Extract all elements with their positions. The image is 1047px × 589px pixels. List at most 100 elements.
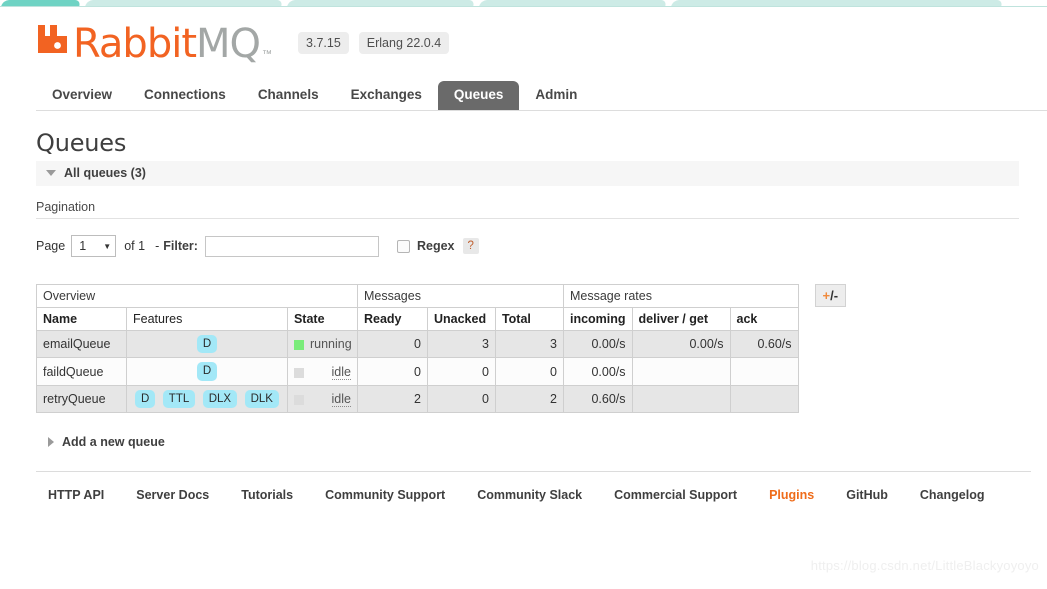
queue-name-link[interactable]: faildQueue xyxy=(36,357,127,386)
queue-deliver-get: 0.00/s xyxy=(631,329,731,359)
state-indicator-icon xyxy=(293,367,304,378)
col-state[interactable]: State xyxy=(286,307,358,331)
chevron-down-icon: ▼ xyxy=(103,241,112,251)
table-group-header-row: Overview Messages Message rates xyxy=(36,284,799,308)
queue-unacked: 3 xyxy=(426,329,496,359)
queue-incoming: 0.00/s xyxy=(562,357,633,386)
queues-table-area: Overview Messages Message rates Name Fea… xyxy=(36,284,1047,414)
queues-table-body: emailQueue D running 0 3 3 0.00/s 0.00/s xyxy=(36,329,799,414)
group-overview: Overview xyxy=(36,284,358,308)
queue-ack: 0.60/s xyxy=(729,329,799,359)
page-title: Queues xyxy=(36,129,127,157)
logo-trademark: ™ xyxy=(262,49,273,60)
footer-link-community-support[interactable]: Community Support xyxy=(325,488,445,502)
queue-unacked: 0 xyxy=(426,357,496,386)
state-indicator-icon xyxy=(293,394,304,405)
erlang-version-badge: Erlang 22.0.4 xyxy=(358,31,450,54)
footer-link-commercial-support[interactable]: Commercial Support xyxy=(614,488,737,502)
feature-badge: D xyxy=(196,335,218,354)
col-ack[interactable]: ack xyxy=(729,307,799,331)
app-header: Rabbit MQ ™ 3.7.15 Erlang 22.0.4 xyxy=(0,7,1047,64)
chevron-right-icon[interactable] xyxy=(48,437,54,448)
queue-incoming: 0.60/s xyxy=(562,384,633,414)
state-label: idle xyxy=(331,364,351,380)
queue-total: 0 xyxy=(494,357,564,386)
server-version-badge: 3.7.15 xyxy=(298,31,349,54)
pagination-heading: Pagination xyxy=(36,200,1019,219)
tab-admin[interactable]: Admin xyxy=(519,81,593,110)
col-features[interactable]: Features xyxy=(126,307,288,331)
queue-state: running xyxy=(286,329,358,359)
tab-channels[interactable]: Channels xyxy=(242,81,335,110)
page-select[interactable]: 1 ▼ xyxy=(71,235,117,257)
queue-total: 2 xyxy=(494,384,564,414)
queue-ack xyxy=(729,384,799,414)
col-total[interactable]: Total xyxy=(494,307,564,331)
state-label: running xyxy=(309,337,352,352)
footer-links: HTTP API Server Docs Tutorials Community… xyxy=(36,471,1031,502)
col-incoming[interactable]: incoming xyxy=(562,307,633,331)
tab-exchanges[interactable]: Exchanges xyxy=(335,81,438,110)
footer-link-plugins[interactable]: Plugins xyxy=(769,488,814,502)
tab-connections[interactable]: Connections xyxy=(128,81,242,110)
tab-queues[interactable]: Queues xyxy=(437,81,520,110)
regex-checkbox[interactable] xyxy=(396,239,410,253)
table-row[interactable]: retryQueue D TTL DLX DLK idle 2 0 2 0.60… xyxy=(36,384,799,414)
page-total-label: of 1 xyxy=(124,239,146,253)
queue-deliver-get xyxy=(631,357,731,386)
feature-badge: DLK xyxy=(244,389,279,409)
toggle-columns-button[interactable]: +/- xyxy=(814,284,847,307)
watermark-text: https://blog.csdn.net/LittleBlackyoyoyo xyxy=(810,558,1039,573)
queue-total: 3 xyxy=(494,329,564,359)
group-messages: Messages xyxy=(356,284,564,308)
footer-link-server-docs[interactable]: Server Docs xyxy=(136,488,209,502)
pagination-controls: Page 1 ▼ of 1 - Filter: Regex ? xyxy=(36,235,1047,257)
browser-tab-strip xyxy=(0,0,1047,7)
queue-name-link[interactable]: retryQueue xyxy=(36,384,127,414)
version-badges: 3.7.15 Erlang 22.0.4 xyxy=(298,31,459,54)
nav-divider xyxy=(36,110,1047,111)
logo-text-mq: MQ xyxy=(196,21,261,67)
help-icon[interactable]: ? xyxy=(462,237,479,255)
feature-badge: D xyxy=(196,362,218,381)
queue-features: D xyxy=(126,329,288,359)
col-name[interactable]: Name xyxy=(36,307,127,331)
queue-unacked: 0 xyxy=(426,384,496,414)
all-queues-label: All queues (3) xyxy=(64,166,146,180)
footer-link-community-slack[interactable]: Community Slack xyxy=(477,488,582,502)
queue-deliver-get xyxy=(631,384,731,414)
table-row[interactable]: emailQueue D running 0 3 3 0.00/s 0.00/s xyxy=(36,329,799,359)
footer-link-changelog[interactable]: Changelog xyxy=(920,488,985,502)
separator-dash: - xyxy=(155,239,160,253)
logo-text-rabbit: Rabbit xyxy=(73,21,197,67)
page-label: Page xyxy=(36,239,66,253)
col-ready[interactable]: Ready xyxy=(356,307,428,331)
chevron-down-icon[interactable] xyxy=(46,170,56,176)
footer-link-tutorials[interactable]: Tutorials xyxy=(241,488,293,502)
filter-label: Filter: xyxy=(163,239,198,253)
filter-input[interactable] xyxy=(204,235,379,257)
add-queue-label: Add a new queue xyxy=(62,435,165,450)
page-select-value: 1 xyxy=(79,239,87,253)
queues-table: Overview Messages Message rates Name Fea… xyxy=(36,284,799,414)
footer-link-github[interactable]: GitHub xyxy=(846,488,888,502)
add-queue-section[interactable]: Add a new queue xyxy=(36,435,1047,449)
queue-state: idle xyxy=(286,384,358,414)
main-navigation: Overview Connections Channels Exchanges … xyxy=(0,81,1047,111)
footer-link-http-api[interactable]: HTTP API xyxy=(48,488,104,502)
queue-features: D xyxy=(126,357,288,386)
feature-badge: D xyxy=(135,389,156,409)
all-queues-section-header[interactable]: All queues (3) xyxy=(36,161,1019,186)
group-message-rates: Message rates xyxy=(562,284,799,308)
table-row[interactable]: faildQueue D idle 0 0 0 0.00/s xyxy=(36,357,799,386)
feature-badge: DLX xyxy=(202,389,238,409)
feature-badge: TTL xyxy=(162,389,196,409)
queue-state: idle xyxy=(286,357,358,386)
rabbitmq-logo[interactable]: Rabbit MQ ™ xyxy=(36,23,272,64)
queue-name-link[interactable]: emailQueue xyxy=(36,329,127,359)
main-content: Queues All queues (3) Pagination Page 1 … xyxy=(0,129,1047,502)
col-deliver-get[interactable]: deliver / get xyxy=(631,307,731,331)
minus-sign: - xyxy=(833,288,839,303)
col-unacked[interactable]: Unacked xyxy=(426,307,496,331)
tab-overview[interactable]: Overview xyxy=(36,81,128,110)
